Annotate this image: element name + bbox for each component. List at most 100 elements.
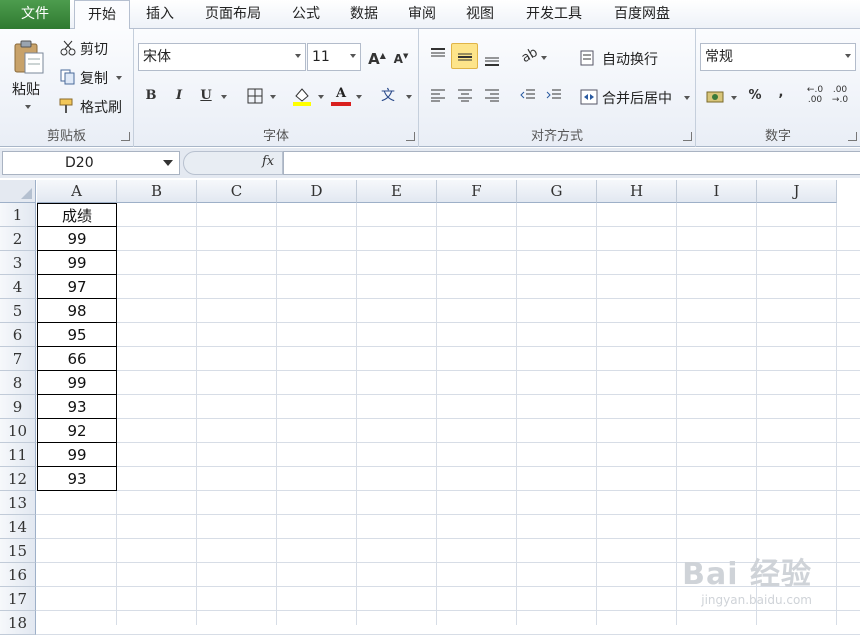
row-header-3[interactable]: 3	[0, 251, 36, 275]
chevron-down-icon[interactable]	[295, 54, 301, 58]
row-header-6[interactable]: 6	[0, 323, 36, 347]
cell-a3[interactable]: 99	[37, 251, 117, 275]
copy-button[interactable]: 复制	[80, 68, 108, 88]
cell-a4[interactable]: 97	[37, 275, 117, 299]
cell-a1-header[interactable]: 成绩	[37, 203, 117, 227]
cell-a6[interactable]: 95	[37, 323, 117, 347]
merge-dropdown-icon[interactable]	[684, 96, 690, 100]
percent-button[interactable]: %	[744, 85, 766, 107]
decrease-decimal-icon[interactable]: .00 →.0	[829, 85, 851, 107]
row-header-7[interactable]: 7	[0, 347, 36, 371]
row-header-10[interactable]: 10	[0, 419, 36, 443]
cell-a9[interactable]: 93	[37, 395, 117, 419]
row-header-1[interactable]: 1	[0, 203, 36, 227]
cell-a8[interactable]: 99	[37, 371, 117, 395]
italic-button[interactable]: I	[168, 85, 190, 107]
wrap-text-button[interactable]: 自动换行	[602, 49, 658, 69]
font-color-dropdown-icon[interactable]	[356, 95, 362, 99]
row-header-12[interactable]: 12	[0, 467, 36, 491]
column-header-a[interactable]: A	[37, 180, 117, 203]
tab-insert[interactable]: 插入	[134, 0, 186, 29]
name-box[interactable]: D20	[2, 151, 180, 175]
underline-button[interactable]: U	[195, 85, 217, 107]
comma-button[interactable]: ,	[770, 82, 792, 104]
number-launcher-icon[interactable]	[848, 132, 857, 141]
column-header-g[interactable]: G	[517, 180, 597, 203]
row-header-16[interactable]: 16	[0, 563, 36, 587]
formula-input[interactable]	[283, 151, 860, 175]
column-header-c[interactable]: C	[197, 180, 277, 203]
cell-a10[interactable]: 92	[37, 419, 117, 443]
column-header-b[interactable]: B	[117, 180, 197, 203]
cell-a5[interactable]: 98	[37, 299, 117, 323]
select-all-corner[interactable]	[0, 180, 36, 203]
row-header-17[interactable]: 17	[0, 587, 36, 611]
row-header-2[interactable]: 2	[0, 227, 36, 251]
fill-color-dropdown-icon[interactable]	[318, 95, 324, 99]
row-header-15[interactable]: 15	[0, 539, 36, 563]
currency-icon[interactable]	[706, 89, 726, 105]
increase-indent-icon[interactable]	[546, 88, 562, 102]
font-size-combo[interactable]: 11	[307, 43, 361, 71]
cell-a7[interactable]: 66	[37, 347, 117, 371]
phonetic-dropdown-icon[interactable]	[406, 95, 412, 99]
row-header-5[interactable]: 5	[0, 299, 36, 323]
format-painter-button[interactable]: 格式刷	[80, 97, 122, 117]
row-header-11[interactable]: 11	[0, 443, 36, 467]
insert-function-icon[interactable]: fx	[262, 154, 274, 169]
border-dropdown-icon[interactable]	[270, 95, 276, 99]
chevron-down-icon[interactable]	[845, 54, 851, 58]
align-bottom-icon[interactable]	[484, 53, 500, 67]
increase-decimal-icon[interactable]: ←.0.00	[804, 85, 826, 107]
chevron-down-icon[interactable]	[350, 54, 356, 58]
align-right-icon[interactable]	[484, 88, 500, 102]
tab-home[interactable]: 开始	[74, 0, 130, 30]
copy-dropdown-icon[interactable]	[116, 76, 122, 80]
column-header-h[interactable]: H	[597, 180, 677, 203]
row-header-14[interactable]: 14	[0, 515, 36, 539]
cut-button[interactable]: 剪切	[80, 39, 108, 59]
decrease-font-icon[interactable]: A▼	[390, 45, 412, 67]
increase-font-icon[interactable]: A▲	[366, 45, 388, 68]
tab-review[interactable]: 审阅	[398, 0, 446, 29]
align-top-icon[interactable]	[430, 47, 446, 61]
clipboard-launcher-icon[interactable]	[121, 132, 130, 141]
tab-baidu-netdisk[interactable]: 百度网盘	[602, 0, 682, 29]
row-header-4[interactable]: 4	[0, 275, 36, 299]
row-header-18[interactable]: 18	[0, 611, 36, 635]
fill-color-icon[interactable]	[292, 86, 312, 106]
decrease-indent-icon[interactable]	[520, 88, 536, 102]
row-header-13[interactable]: 13	[0, 491, 36, 515]
merge-center-button[interactable]: 合并后居中	[602, 88, 672, 108]
font-launcher-icon[interactable]	[406, 132, 415, 141]
underline-dropdown-icon[interactable]	[221, 95, 227, 99]
align-left-icon[interactable]	[430, 88, 446, 102]
cell-a12[interactable]: 93	[37, 467, 117, 491]
paste-dropdown-icon[interactable]	[25, 105, 31, 109]
row-header-8[interactable]: 8	[0, 371, 36, 395]
column-header-i[interactable]: I	[677, 180, 757, 203]
tab-view[interactable]: 视图	[454, 0, 506, 29]
paste-button[interactable]: 粘贴	[6, 37, 52, 117]
column-header-j[interactable]: J	[757, 180, 837, 203]
align-center-icon[interactable]	[457, 88, 473, 102]
column-header-d[interactable]: D	[277, 180, 357, 203]
column-header-e[interactable]: E	[357, 180, 437, 203]
align-middle-button[interactable]	[451, 43, 478, 69]
tab-page-layout[interactable]: 页面布局	[194, 0, 272, 29]
chevron-down-icon[interactable]	[163, 160, 173, 166]
font-name-combo[interactable]: 宋体	[138, 43, 306, 71]
tab-developer[interactable]: 开发工具	[514, 0, 594, 29]
alignment-launcher-icon[interactable]	[683, 132, 692, 141]
tab-formulas[interactable]: 公式	[282, 0, 330, 29]
cell-a2[interactable]: 99	[37, 227, 117, 251]
cell-a11[interactable]: 99	[37, 443, 117, 467]
bold-button[interactable]: B	[140, 85, 162, 107]
phonetic-guide-icon[interactable]: 文	[377, 85, 399, 107]
orientation-dropdown-icon[interactable]	[541, 56, 547, 60]
tab-data[interactable]: 数据	[338, 0, 390, 29]
number-format-combo[interactable]: 常规	[700, 43, 856, 71]
tab-file[interactable]: 文件	[0, 0, 70, 29]
column-header-f[interactable]: F	[437, 180, 517, 203]
border-icon[interactable]	[247, 88, 263, 104]
